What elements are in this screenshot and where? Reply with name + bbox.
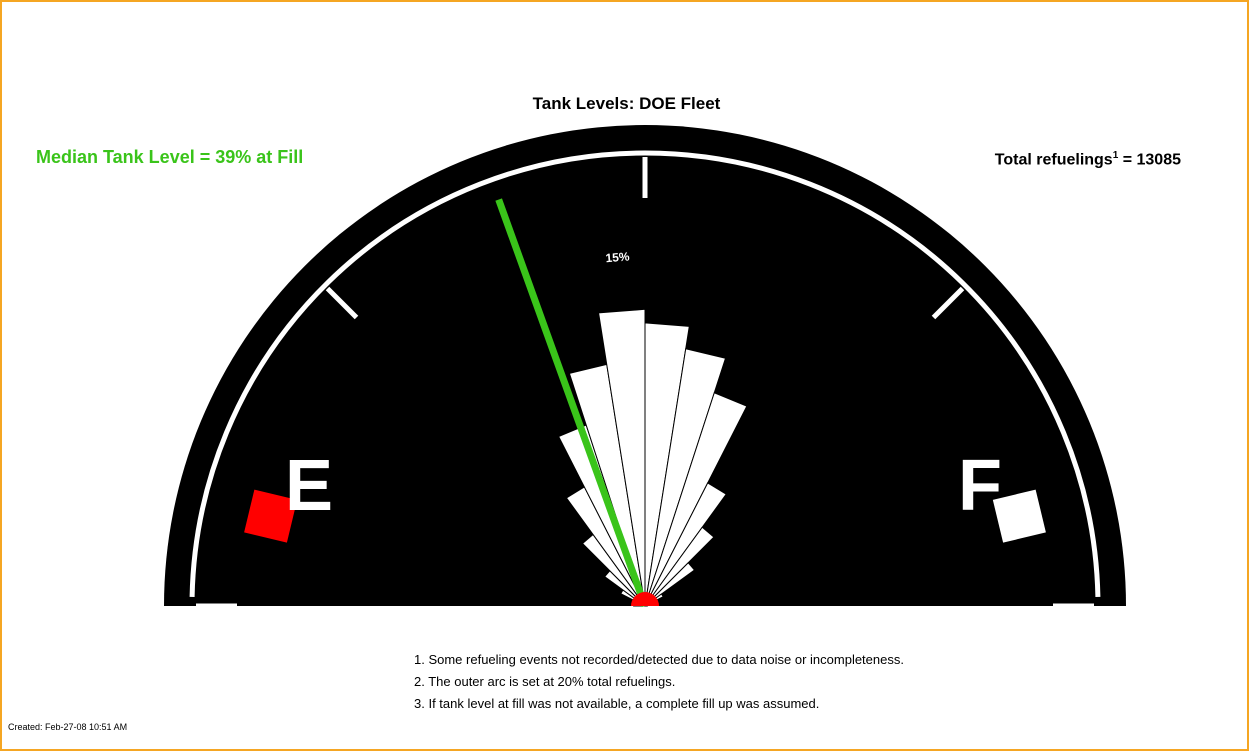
empty-label: E	[285, 446, 333, 526]
footnote-2: 2. The outer arc is set at 20% total ref…	[414, 674, 676, 689]
created-timestamp: Created: Feb-27-08 10:51 AM	[8, 722, 128, 732]
footnote-3: 3. If tank level at fill was not availab…	[414, 696, 820, 711]
fuel-gauge-chart: 15% E F	[164, 125, 1126, 609]
total-value: = 13085	[1118, 151, 1181, 169]
wedge-scale-label: 15%	[605, 249, 630, 265]
chart-page: 15% E F Tank Levels: DOE Fleet Median Tank…	[0, 0, 1249, 751]
footnote-1: 1. Some refueling events not recorded/de…	[414, 652, 904, 667]
median-tank-level-label: Median Tank Level = 39% at Fill	[36, 147, 304, 167]
total-prefix: Total refuelings	[994, 151, 1113, 169]
total-refuelings-label: Total refuelings1 = 13085	[995, 150, 1181, 169]
footnotes: 1. Some refueling events not recorded/de…	[414, 649, 904, 715]
chart-title: Tank Levels: DOE Fleet	[532, 94, 721, 113]
full-label: F	[958, 446, 1002, 526]
